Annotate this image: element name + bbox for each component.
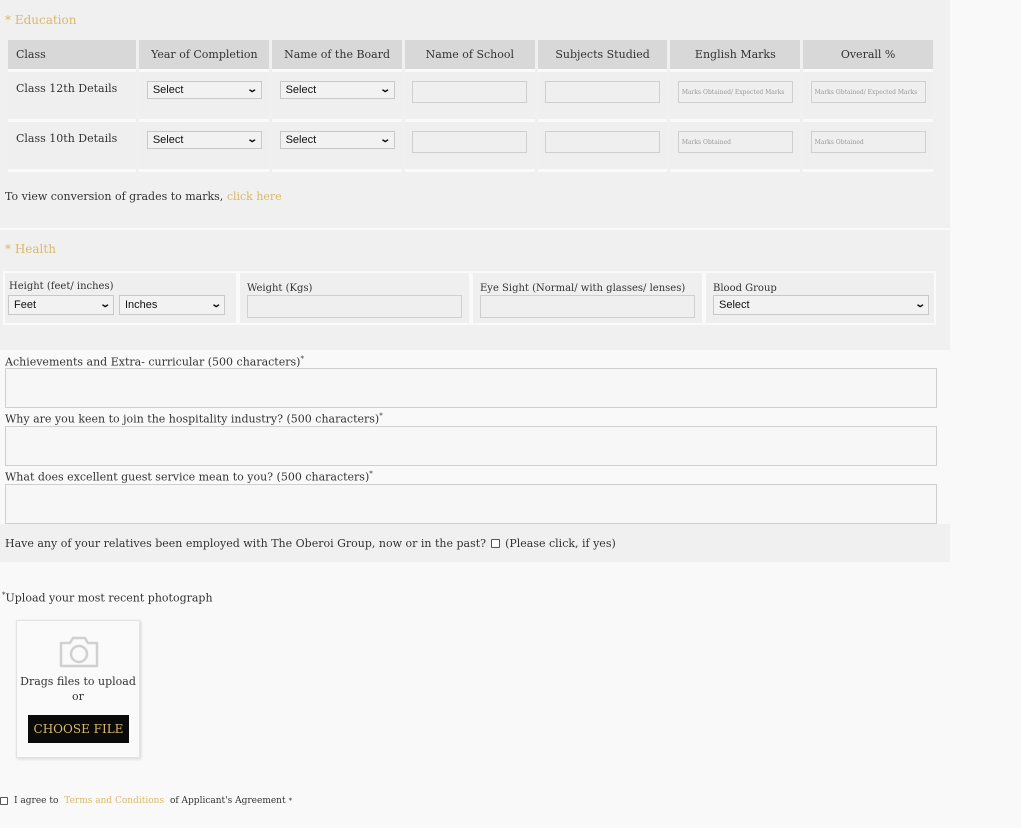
chevron-down-icon: ⌄ [209, 299, 222, 310]
chevron-down-icon: ⌄ [379, 134, 392, 145]
weight-label: Weight (Kgs) [247, 283, 313, 294]
table-header-row: Class Year of Completion Name of the Boa… [8, 40, 933, 72]
table-row: Class 10th Details Select ⌄ Select ⌄ Mar… [8, 122, 933, 172]
blood-group-field: Blood Group Select ⌄ [704, 271, 936, 325]
guest-service-textarea[interactable] [5, 484, 937, 524]
header-english: English Marks [670, 40, 801, 72]
eyesight-label: Eye Sight (Normal/ with glasses/ lenses) [480, 283, 686, 294]
upload-dropzone[interactable]: Drags files to upload or CHOOSE FILE [16, 620, 140, 758]
agreement-row: I agree to Terms and Conditions of Appli… [0, 796, 292, 806]
board-select-10th[interactable]: Select ⌄ [279, 131, 395, 149]
blood-group-select[interactable]: Select ⌄ [713, 295, 929, 315]
conversion-note: To view conversion of grades to marks, c… [5, 190, 282, 203]
health-title: * Health [5, 242, 56, 256]
table-row: Class 12th Details Select ⌄ Select ⌄ Mar… [8, 72, 933, 122]
upload-label: *Upload your most recent photograph [2, 591, 213, 605]
relatives-hint: (Please click, if yes) [505, 537, 616, 550]
height-label: Height (feet/ inches) [9, 281, 114, 292]
blood-group-label: Blood Group [713, 283, 777, 294]
chevron-down-icon: ⌄ [98, 299, 111, 310]
chevron-down-icon: ⌄ [246, 134, 259, 145]
achievements-label: Achievements and Extra- curricular (500 … [5, 355, 304, 369]
achievements-textarea[interactable] [5, 368, 937, 408]
header-overall: Overall % [803, 40, 933, 72]
header-school: Name of School [404, 40, 535, 72]
chevron-down-icon: ⌄ [246, 84, 259, 95]
education-title: * Education [5, 13, 77, 27]
feet-select[interactable]: Feet ⌄ [8, 295, 114, 315]
year-select-12th[interactable]: Select ⌄ [146, 81, 262, 99]
header-class: Class [8, 40, 137, 72]
overall-input-10th[interactable]: Marks Obtained [810, 131, 926, 153]
inches-select[interactable]: Inches ⌄ [119, 295, 225, 315]
school-input-12th[interactable] [412, 81, 528, 103]
english-marks-input-12th[interactable]: Marks Obtained/ Expected Marks [677, 81, 793, 103]
chevron-down-icon: ⌄ [379, 84, 392, 95]
subjects-input-10th[interactable] [545, 131, 661, 153]
conversion-link[interactable]: click here [227, 190, 282, 203]
school-input-10th[interactable] [412, 131, 528, 153]
education-table: Class Year of Completion Name of the Boa… [5, 40, 936, 172]
header-year: Year of Completion [139, 40, 270, 72]
chevron-down-icon: ⌄ [913, 299, 926, 310]
board-select-12th[interactable]: Select ⌄ [279, 81, 395, 99]
eyesight-input[interactable] [480, 295, 695, 318]
drag-text: Drags files to upload or [20, 675, 136, 703]
relatives-question: Have any of your relatives been employed… [5, 537, 487, 550]
agreement-checkbox[interactable] [0, 797, 8, 805]
eyesight-field: Eye Sight (Normal/ with glasses/ lenses) [471, 271, 704, 325]
terms-link[interactable]: Terms and Conditions [64, 796, 164, 806]
relatives-row: Have any of your relatives been employed… [5, 537, 616, 550]
english-marks-input-10th[interactable]: Marks Obtained [677, 131, 793, 153]
year-select-10th[interactable]: Select ⌄ [146, 131, 262, 149]
weight-field: Weight (Kgs) [238, 271, 471, 325]
class-label: Class 10th Details [8, 122, 137, 172]
camera-icon [59, 636, 99, 668]
choose-file-button[interactable]: CHOOSE FILE [28, 715, 129, 743]
weight-input[interactable] [247, 295, 462, 318]
subjects-input-12th[interactable] [545, 81, 661, 103]
class-label: Class 12th Details [8, 72, 137, 122]
overall-input-12th[interactable]: Marks Obtained/ Expected Marks [810, 81, 926, 103]
header-board: Name of the Board [272, 40, 402, 72]
relatives-checkbox[interactable] [491, 539, 501, 548]
hospitality-label: Why are you keen to join the hospitality… [5, 412, 383, 426]
guest-service-label: What does excellent guest service mean t… [5, 470, 373, 484]
hospitality-textarea[interactable] [5, 426, 937, 466]
height-field: Height (feet/ inches) Feet ⌄ Inches ⌄ [3, 271, 238, 325]
header-subjects: Subjects Studied [537, 40, 668, 72]
